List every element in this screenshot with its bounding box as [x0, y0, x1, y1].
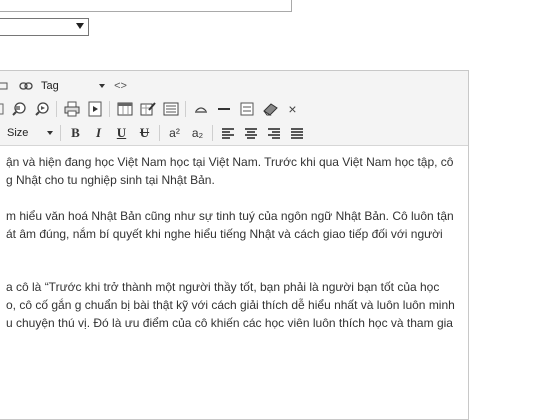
subscript-label: a₂ [191, 126, 204, 140]
toolbar-separator [109, 101, 110, 117]
table-icon[interactable] [113, 99, 136, 119]
bold-label: B [71, 125, 80, 140]
toolbar-separator [56, 101, 57, 117]
chevron-down-icon [47, 131, 53, 135]
paragraph-2: m hiểu văn hoá Nhật Bản cũng như sự tinh… [6, 207, 476, 243]
bold-button[interactable]: B [64, 123, 87, 143]
font-size-combo[interactable]: Size [0, 124, 57, 142]
superscript-button[interactable]: a² [163, 123, 186, 143]
template-icon[interactable] [159, 99, 182, 119]
toolbar-row-1: Tag <> [0, 75, 132, 97]
format-tag-combo[interactable]: Tag [37, 77, 109, 95]
toolbar-row-3: Size B I U U a² a₂ [0, 122, 308, 144]
align-left-icon[interactable] [216, 123, 239, 143]
editor-content-area[interactable]: ận và hiện đang học Việt Nam học tại Việ… [0, 147, 468, 419]
align-center-icon[interactable] [239, 123, 262, 143]
paragraph-3: a cô là “Trước khi trở thành một người t… [6, 278, 476, 332]
text-line: át âm đúng, nắm bí quyết khi nghe hiểu t… [6, 227, 443, 241]
superscript-label: a² [169, 126, 180, 140]
italic-label: I [95, 125, 102, 140]
text-line: m hiểu văn hoá Nhật Bản cũng như sự tinh… [6, 209, 454, 223]
toolbar-separator [185, 101, 186, 117]
print-icon[interactable] [60, 99, 83, 119]
page-break-icon[interactable] [235, 99, 258, 119]
remove-format-label: × [288, 101, 297, 117]
dropdown-select[interactable] [0, 18, 89, 36]
paste-icon[interactable] [0, 99, 7, 119]
media-icon[interactable] [83, 99, 106, 119]
align-justify-icon[interactable] [285, 123, 308, 143]
source-code-label: <> [114, 80, 127, 92]
image-icon[interactable] [0, 76, 14, 96]
align-right-icon[interactable] [262, 123, 285, 143]
anchor-icon[interactable] [189, 99, 212, 119]
text-line: a cô là “Trước khi trở thành một người t… [6, 280, 440, 294]
text-line: o, cô cố gắn g chuẩn bị bài thật kỹ với … [6, 298, 455, 312]
format-tag-label: Tag [41, 80, 59, 92]
strikethrough-label: U [139, 125, 150, 140]
preview-icon[interactable] [30, 99, 53, 119]
source-code-button[interactable]: <> [109, 76, 132, 96]
underline-label: U [116, 125, 127, 140]
chevron-down-icon [76, 23, 84, 29]
toolbar-separator [212, 125, 213, 141]
link-icon[interactable] [14, 76, 37, 96]
editor-toolbar: Tag <> × Size B I U U a² a₂ [0, 71, 468, 146]
subscript-button[interactable]: a₂ [186, 123, 209, 143]
toolbar-row-2: × [0, 98, 304, 120]
toolbar-separator [60, 125, 61, 141]
text-input-field[interactable] [0, 0, 292, 12]
table-edit-icon[interactable] [136, 99, 159, 119]
font-size-label: Size [7, 127, 29, 139]
chevron-down-icon [99, 84, 105, 88]
strikethrough-button[interactable]: U [133, 123, 156, 143]
find-replace-icon[interactable] [7, 99, 30, 119]
toolbar-separator [159, 125, 160, 141]
horizontal-rule-icon[interactable] [212, 99, 235, 119]
close-icon[interactable]: × [281, 99, 304, 119]
text-line: u chuyện thú vị. Đó là ưu điểm của cô kh… [6, 316, 453, 330]
text-line: ận và hiện đang học Việt Nam học tại Việ… [6, 155, 454, 169]
underline-button[interactable]: U [110, 123, 133, 143]
text-line: g Nhật cho tu nghiệp sinh tại Nhật Bản. [6, 173, 215, 187]
eraser-icon[interactable] [258, 99, 281, 119]
rich-text-editor: Tag <> × Size B I U U a² a₂ ận và hiện đ… [0, 70, 469, 420]
italic-button[interactable]: I [87, 123, 110, 143]
paragraph-1: ận và hiện đang học Việt Nam học tại Việ… [6, 153, 476, 189]
